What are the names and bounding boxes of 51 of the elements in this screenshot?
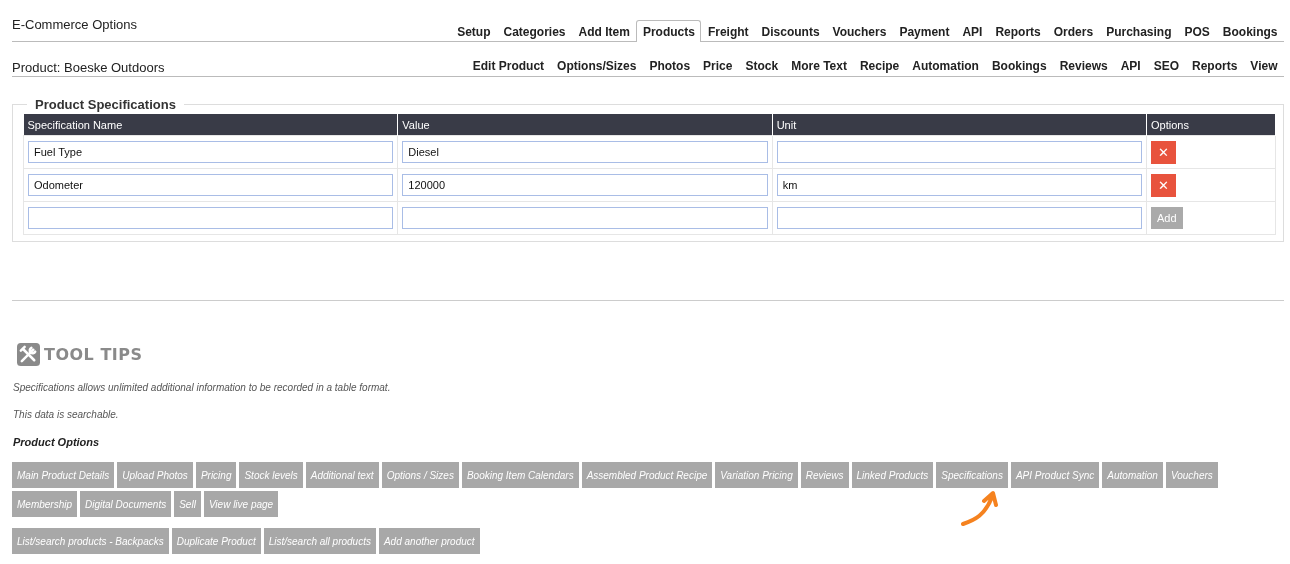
nav-tab[interactable]: Discounts bbox=[755, 20, 827, 42]
nav-tab[interactable]: Bookings bbox=[1216, 20, 1284, 42]
nav-tab[interactable]: Freight bbox=[701, 20, 756, 42]
product-title: Product: Boeske Outdoors bbox=[12, 60, 165, 75]
sub-nav-link[interactable]: Options/Sizes bbox=[550, 54, 643, 77]
nav-tab[interactable]: API bbox=[955, 20, 989, 42]
nav-tab[interactable]: Categories bbox=[497, 20, 573, 42]
sub-nav-link[interactable]: View bbox=[1243, 54, 1284, 77]
tip-text: Specifications allows unlimited additional information to be recorded in a table format. bbox=[13, 382, 392, 393]
sub-nav-link[interactable]: Recipe bbox=[853, 54, 906, 77]
section-heading: Product Options bbox=[13, 436, 101, 448]
nav-tab[interactable]: Orders bbox=[1047, 20, 1100, 42]
name-field[interactable] bbox=[28, 207, 394, 229]
tip-text: This data is searchable. bbox=[13, 409, 120, 420]
sub-nav-link[interactable]: Reports bbox=[1185, 54, 1244, 77]
value-field[interactable]: Diesel bbox=[402, 141, 768, 163]
nav-tab[interactable]: Setup bbox=[450, 20, 497, 42]
nav-tab[interactable]: Products bbox=[636, 20, 702, 42]
nav-tab[interactable]: Payment bbox=[892, 20, 956, 42]
column-header: Specification Name bbox=[23, 114, 398, 136]
unit-field[interactable] bbox=[776, 141, 1142, 163]
nav-tab[interactable]: Reports bbox=[988, 20, 1048, 42]
value-field[interactable]: 120000 bbox=[402, 174, 768, 196]
sub-nav-link[interactable]: SEO bbox=[1147, 54, 1186, 77]
unit-field[interactable] bbox=[776, 207, 1142, 229]
nav-tab[interactable]: POS bbox=[1178, 20, 1217, 42]
sub-nav-link[interactable]: More Text bbox=[784, 54, 854, 77]
sub-nav-link[interactable]: Photos bbox=[642, 54, 697, 77]
tool-tips-heading: TOOL TIPS bbox=[44, 345, 143, 364]
name-field[interactable]: Fuel Type bbox=[28, 141, 394, 163]
delete-button[interactable]: ✕ bbox=[1151, 140, 1176, 164]
column-header: Value bbox=[397, 114, 773, 136]
nav-tab[interactable]: Add Item bbox=[572, 20, 637, 42]
sub-nav-link[interactable]: Edit Product bbox=[466, 54, 551, 77]
delete-button[interactable]: ✕ bbox=[1151, 173, 1176, 197]
value-field[interactable] bbox=[402, 207, 768, 229]
sub-nav-link[interactable]: Stock bbox=[738, 54, 785, 77]
sub-nav-link[interactable]: Reviews bbox=[1053, 54, 1115, 77]
sub-nav-link[interactable]: Price bbox=[696, 54, 739, 77]
unit-field[interactable]: km bbox=[776, 174, 1142, 196]
tools-icon bbox=[17, 343, 40, 366]
sub-nav-link[interactable]: Automation bbox=[905, 54, 986, 77]
column-header: Options bbox=[1146, 114, 1276, 136]
nav-tab[interactable]: Purchasing bbox=[1099, 20, 1178, 42]
sub-nav-link[interactable]: Bookings bbox=[985, 54, 1054, 77]
sub-nav-link[interactable]: API bbox=[1114, 54, 1148, 77]
nav-tab[interactable]: Vouchers bbox=[826, 20, 893, 42]
panel-legend: Product Specifications bbox=[27, 97, 184, 112]
page-title: E-Commerce Options bbox=[12, 17, 137, 32]
name-field[interactable]: Odometer bbox=[28, 174, 394, 196]
column-header: Unit bbox=[772, 114, 1147, 136]
